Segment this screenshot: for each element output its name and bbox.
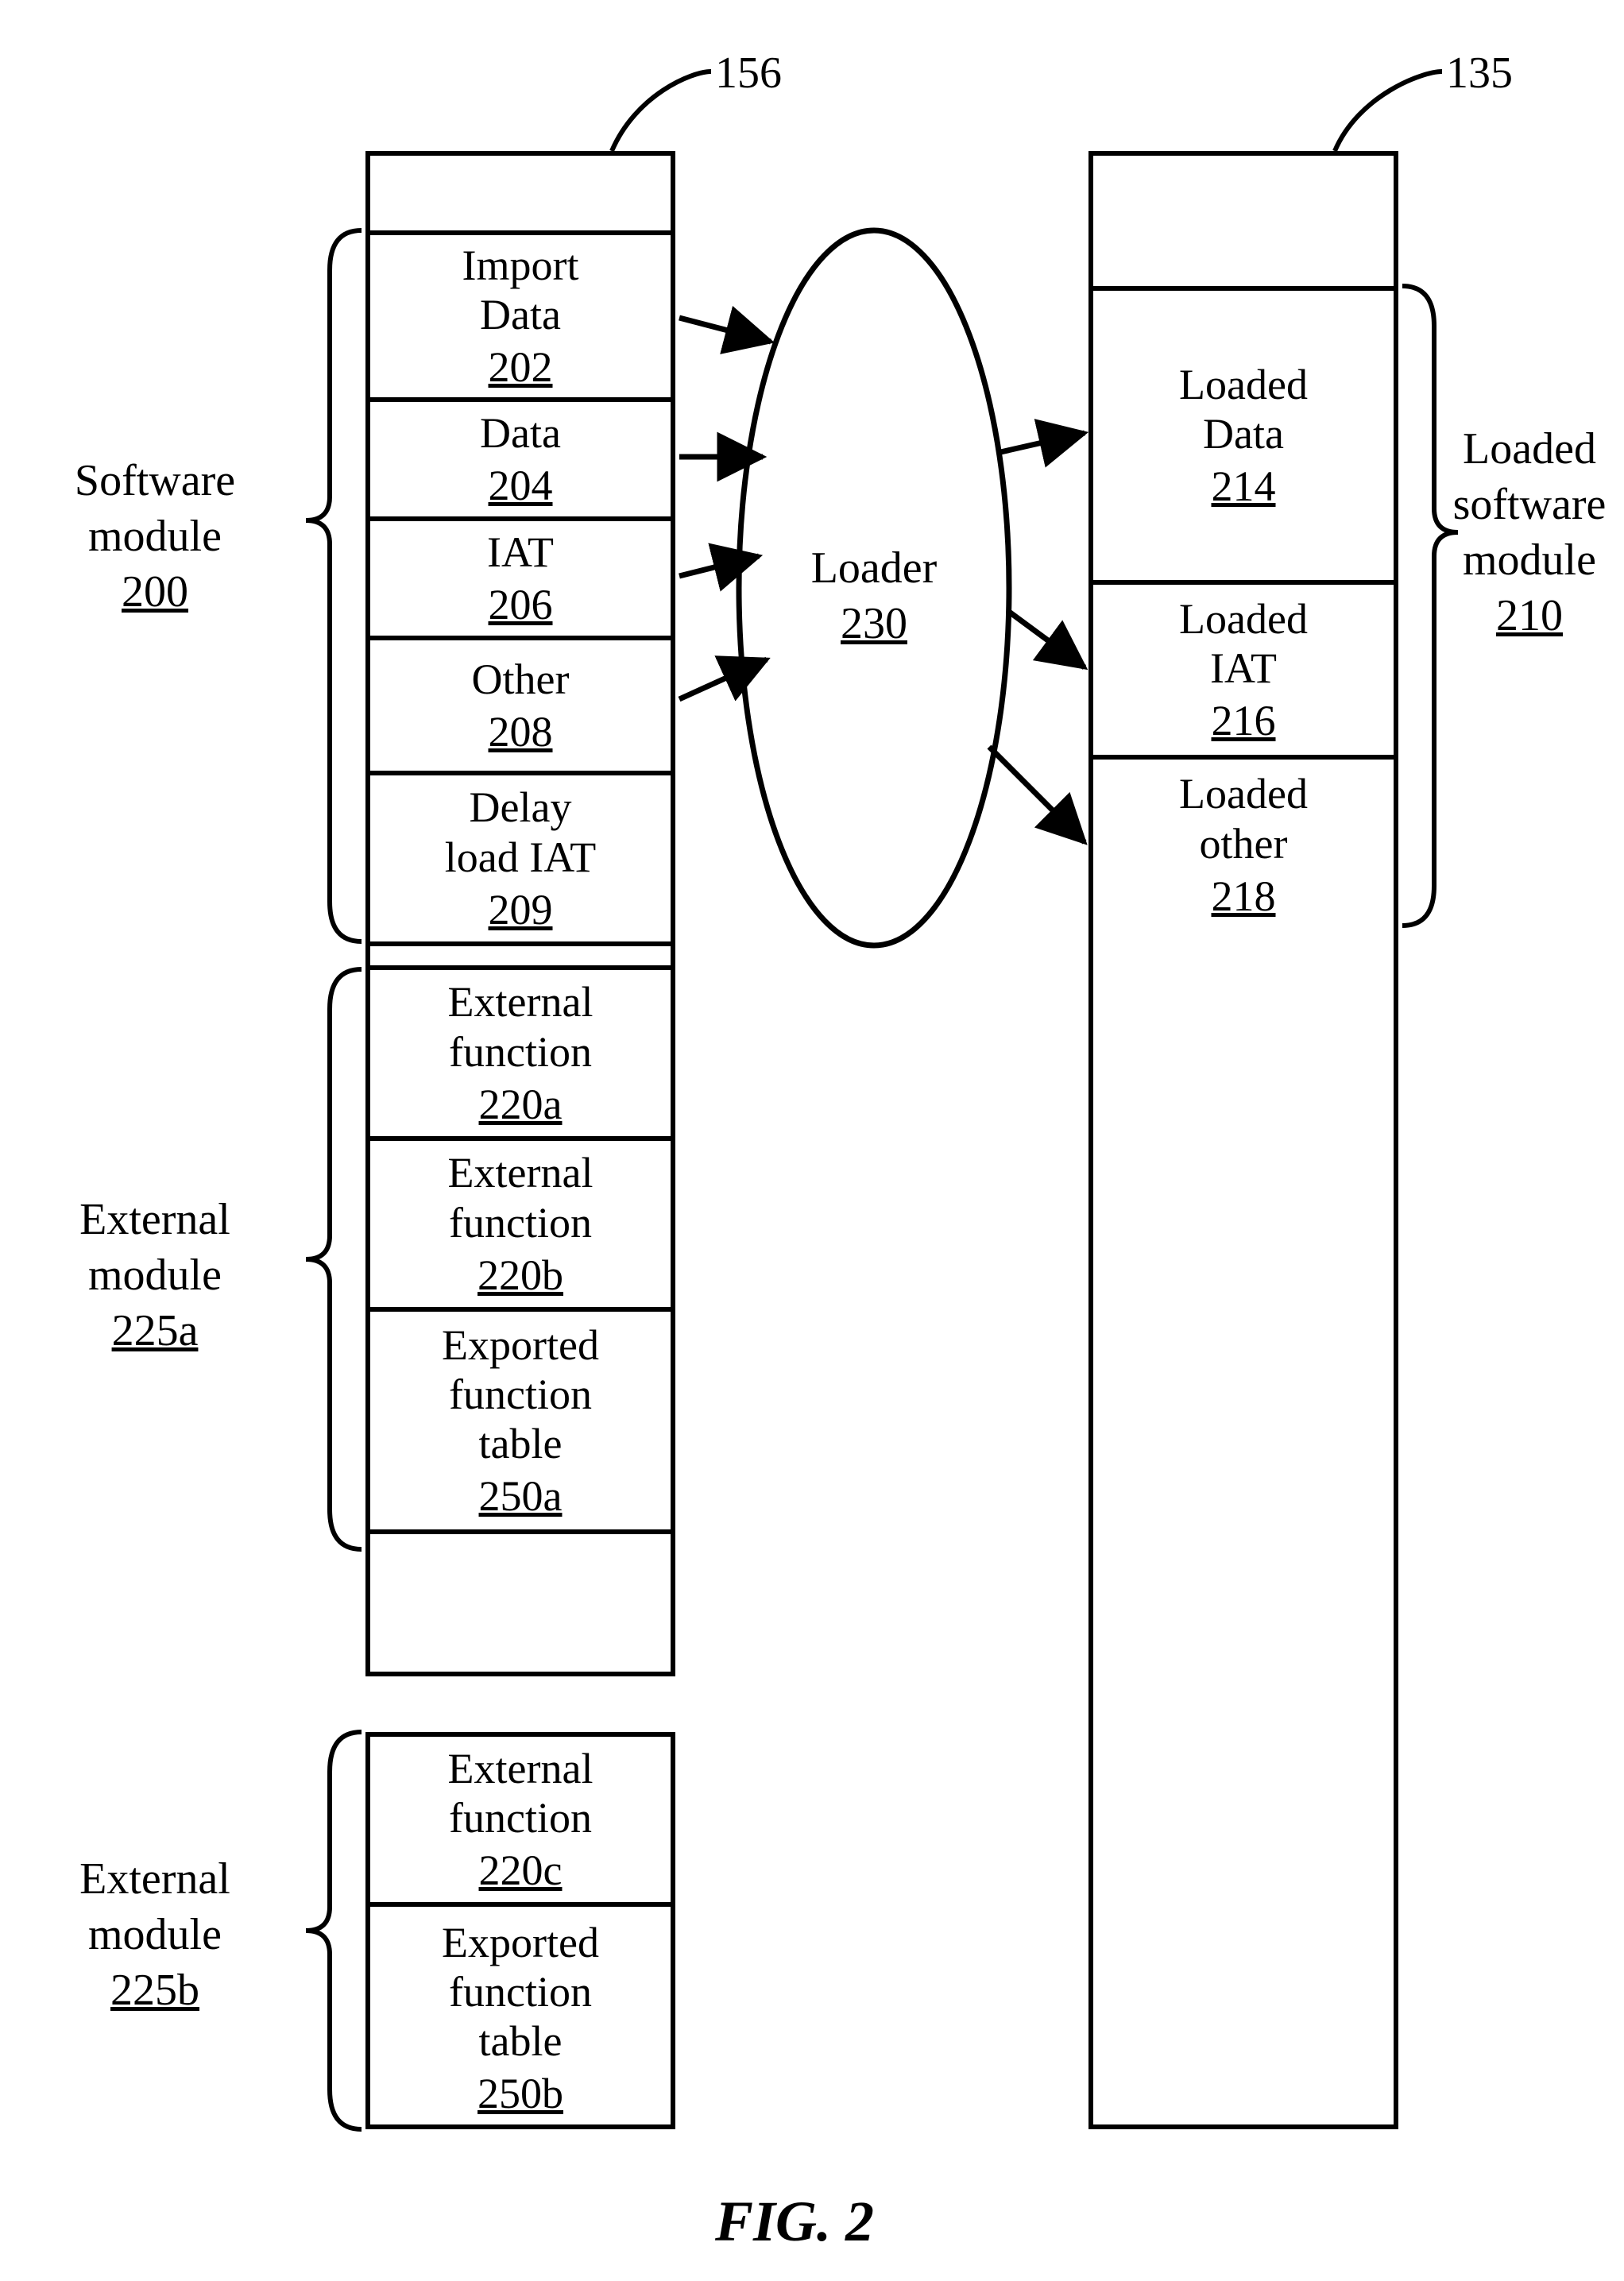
label-external-module-a: External module 225a bbox=[40, 1192, 270, 1359]
cell-label: Other bbox=[472, 655, 570, 704]
label-ref: 230 bbox=[771, 596, 977, 651]
label-text: Loader bbox=[811, 543, 938, 593]
cell-label: Loaded other bbox=[1179, 769, 1308, 868]
arrow-import-data bbox=[679, 318, 771, 342]
leader-135 bbox=[1335, 72, 1442, 151]
cell-label: Loaded Data bbox=[1179, 360, 1308, 458]
cell-data: Data 204 bbox=[370, 402, 671, 521]
cell-loaded-iat: Loaded IAT 216 bbox=[1093, 585, 1394, 760]
cell-label: Data bbox=[480, 408, 561, 458]
cell-ref: 204 bbox=[489, 461, 553, 510]
label-loader: Loader 230 bbox=[771, 540, 977, 651]
label-ref: 200 bbox=[40, 564, 270, 620]
cell-ref: 218 bbox=[1212, 872, 1276, 921]
cell-ref: 220b bbox=[478, 1251, 563, 1300]
cell-label: External function bbox=[448, 1148, 594, 1247]
arrow-loaded-other bbox=[989, 747, 1085, 842]
callout-right-135: 135 bbox=[1446, 48, 1513, 99]
cell-exported-table-b: Exported function table 250b bbox=[370, 1907, 671, 2129]
cell-ref: 208 bbox=[489, 707, 553, 756]
label-text: Loaded software module bbox=[1453, 424, 1607, 585]
cell-import-data: Import Data 202 bbox=[370, 235, 671, 402]
cell-label: External function bbox=[448, 1744, 594, 1842]
cell-ext-func-b: External function 220b bbox=[370, 1141, 671, 1312]
cell-ref: 216 bbox=[1212, 696, 1276, 745]
cell-ext-func-a: External function 220a bbox=[370, 970, 671, 1141]
cell-label: Exported function table bbox=[442, 1320, 599, 1468]
leader-156 bbox=[612, 72, 711, 151]
label-text: External module bbox=[79, 1195, 230, 1300]
cell-ref: 209 bbox=[489, 885, 553, 934]
label-external-module-b: External module 225b bbox=[40, 1851, 270, 2018]
label-text: Software module bbox=[75, 456, 235, 561]
left-column-ext-b: External function 220c Exported function… bbox=[365, 1732, 675, 2129]
cell-ref: 250a bbox=[479, 1471, 563, 1521]
arrow-other bbox=[679, 659, 767, 699]
figure-canvas: Import Data 202 Data 204 IAT 206 Other 2… bbox=[0, 0, 1624, 2281]
callout-left-156: 156 bbox=[715, 48, 782, 99]
cell-ext-func-c: External function 220c bbox=[370, 1737, 671, 1907]
brace-external-module-b bbox=[306, 1732, 362, 2129]
cell-ref: 214 bbox=[1212, 462, 1276, 511]
cell-ref: 220c bbox=[479, 1846, 563, 1895]
cell-label: Delay load IAT bbox=[445, 783, 596, 881]
cell-ref: 220a bbox=[479, 1080, 563, 1129]
cell-ref: 202 bbox=[489, 342, 553, 392]
cell-label: External function bbox=[448, 977, 594, 1076]
brace-software-module bbox=[306, 230, 362, 941]
arrow-loaded-iat bbox=[1009, 612, 1085, 667]
arrow-iat bbox=[679, 556, 759, 576]
label-loaded-software-module: Loaded software module 210 bbox=[1438, 421, 1621, 644]
cell-exported-table-a: Exported function table 250a bbox=[370, 1312, 671, 1534]
cell-label: IAT bbox=[487, 528, 554, 577]
cell-iat: IAT 206 bbox=[370, 521, 671, 640]
label-ref: 210 bbox=[1438, 588, 1621, 644]
cell-ref: 250b bbox=[478, 2069, 563, 2118]
label-ref: 225a bbox=[40, 1303, 270, 1359]
label-ref: 225b bbox=[40, 1962, 270, 2018]
cell-label: Exported function table bbox=[442, 1918, 599, 2066]
cell-loaded-other: Loaded other 218 bbox=[1093, 760, 1394, 930]
label-software-module: Software module 200 bbox=[40, 453, 270, 620]
cell-label: Loaded IAT bbox=[1179, 594, 1308, 693]
cell-delay-load-iat: Delay load IAT 209 bbox=[370, 775, 671, 946]
figure-label: FIG. 2 bbox=[715, 2189, 874, 2255]
cell-label: Import Data bbox=[462, 241, 579, 339]
label-text: External module bbox=[79, 1854, 230, 1959]
brace-external-module-a bbox=[306, 969, 362, 1549]
cell-ref: 206 bbox=[489, 580, 553, 629]
left-column-top: Import Data 202 Data 204 IAT 206 Other 2… bbox=[365, 151, 675, 1676]
cell-loaded-data: Loaded Data 214 bbox=[1093, 291, 1394, 585]
right-column: Loaded Data 214 Loaded IAT 216 Loaded ot… bbox=[1088, 151, 1398, 2129]
cell-other: Other 208 bbox=[370, 640, 671, 775]
arrow-loaded-data bbox=[997, 433, 1085, 453]
